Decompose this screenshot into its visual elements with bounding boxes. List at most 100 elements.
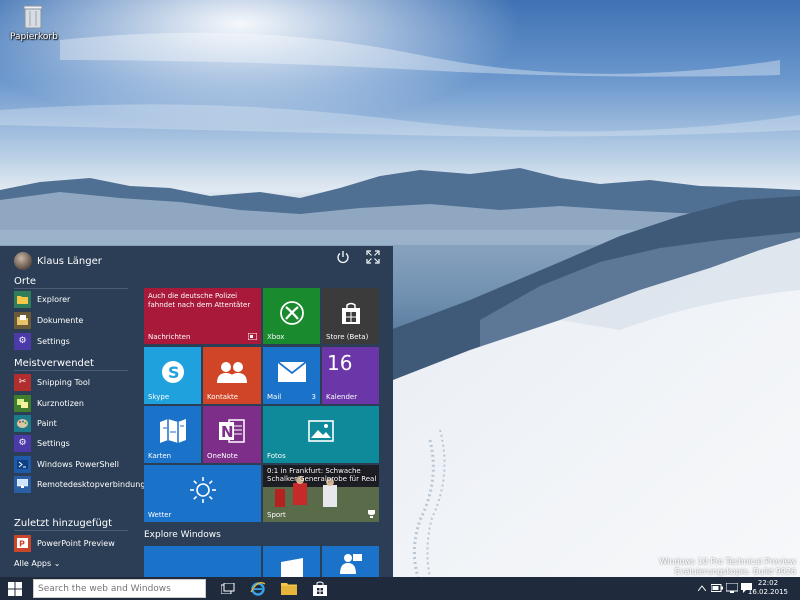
tile-explore-1[interactable]: [144, 546, 261, 577]
section-title-recently-added: Zuletzt hinzugefügt: [14, 518, 113, 529]
user-account[interactable]: Klaus Länger: [14, 250, 102, 272]
start-button[interactable]: [0, 577, 30, 600]
taskbar-explorer-button[interactable]: [275, 577, 303, 600]
tile-onenote[interactable]: N OneNote: [203, 406, 261, 463]
tile-label: OneNote: [207, 452, 238, 460]
folder-icon: [14, 290, 31, 308]
tile-sport[interactable]: 0:1 in Frankfurt: Schwache Schalker Gene…: [263, 465, 379, 522]
expand-icon[interactable]: [366, 250, 380, 264]
task-view-button[interactable]: [214, 577, 242, 600]
avatar: [14, 252, 32, 270]
menu-item-paint[interactable]: Paint: [14, 414, 132, 432]
folder-icon: [281, 583, 297, 595]
menu-item-settings[interactable]: ⚙ Settings: [14, 332, 132, 350]
menu-item-powerpoint-preview[interactable]: P PowerPoint Preview: [14, 534, 132, 552]
onenote-icon: N: [219, 419, 245, 443]
task-view-icon: [221, 583, 235, 594]
battery-icon[interactable]: [711, 582, 723, 594]
tile-explore-2[interactable]: [263, 546, 320, 577]
taskbar-ie-button[interactable]: [244, 577, 272, 600]
windows-logo-icon: [8, 581, 22, 596]
menu-item-label: Remotedesktopverbindung: [37, 479, 146, 489]
tile-maps[interactable]: Karten: [144, 406, 201, 463]
powershell-icon: [14, 455, 31, 473]
remote-desktop-icon: [14, 475, 31, 493]
menu-item-label: Snipping Tool: [37, 377, 90, 387]
tile-calendar[interactable]: 16 Kalender: [322, 347, 379, 404]
gear-icon: ⚙: [14, 332, 31, 350]
menu-item-settings-2[interactable]: ⚙ Settings: [14, 434, 132, 452]
tile-label: Fotos: [267, 452, 286, 460]
skype-icon: S: [161, 361, 184, 384]
menu-item-sticky-notes[interactable]: Kurznotizen: [14, 394, 132, 412]
menu-item-documents[interactable]: Dokumente: [14, 311, 132, 329]
tile-contacts[interactable]: Kontakte: [203, 347, 261, 404]
tray-overflow-icon[interactable]: [698, 582, 706, 594]
help-person-icon: [340, 554, 362, 574]
tile-label: Sport: [267, 511, 286, 519]
mail-icon: [277, 362, 306, 383]
section-title-places: Orte: [14, 276, 37, 287]
tile-label: Xbox: [267, 333, 285, 341]
store-icon: [313, 581, 327, 596]
clock-date: 16.02.2015: [747, 588, 788, 596]
tile-label: Wetter: [148, 511, 172, 519]
menu-item-explorer[interactable]: Explorer: [14, 290, 132, 308]
section-divider: [14, 370, 128, 371]
tile-photos[interactable]: Fotos: [263, 406, 379, 463]
menu-item-remote-desktop[interactable]: Remotedesktopverbindung: [14, 475, 145, 493]
sun-icon: [189, 477, 216, 504]
powerpoint-icon: P: [14, 534, 31, 552]
tile-weather[interactable]: Wetter: [144, 465, 261, 522]
menu-item-label: Dokumente: [37, 315, 84, 325]
explore-windows-title: Explore Windows: [144, 530, 221, 540]
menu-item-label: Kurznotizen: [37, 398, 84, 408]
power-icon[interactable]: [336, 250, 350, 264]
xbox-icon: [279, 300, 304, 325]
all-apps-button[interactable]: Alle Apps ⌄: [14, 559, 60, 568]
tile-label: Skype: [148, 393, 170, 401]
newspaper-icon: [248, 333, 257, 340]
menu-item-powershell[interactable]: Windows PowerShell: [14, 455, 132, 473]
start-menu: Klaus Länger Orte Explorer Dokumente ⚙ S…: [0, 246, 393, 577]
tile-news[interactable]: Auch die deutsche Polizei fahndet nach d…: [144, 288, 261, 344]
tile-mail[interactable]: Mail 3: [263, 347, 320, 404]
desktop-icon-recycle-bin[interactable]: Papierkorb: [10, 4, 58, 42]
section-divider: [14, 530, 128, 531]
menu-item-label: Windows PowerShell: [37, 459, 119, 469]
svg-text:P: P: [19, 540, 25, 549]
user-name: Klaus Länger: [37, 255, 102, 267]
photo-icon: [308, 420, 334, 442]
calendar-day: 16: [327, 351, 353, 375]
menu-item-label: Settings: [37, 438, 70, 448]
network-icon[interactable]: [726, 582, 738, 594]
recycle-bin-icon: [23, 5, 43, 29]
search-input[interactable]: [33, 579, 206, 598]
tile-label: Kalender: [326, 393, 358, 401]
section-divider: [14, 288, 128, 289]
watermark-line2: Evaluierungskopie. Build 9926: [674, 567, 796, 576]
section-title-most-used: Meistverwendet: [14, 358, 94, 369]
sport-headline: 0:1 in Frankfurt: Schwache Schalker Gene…: [267, 467, 377, 483]
tile-skype[interactable]: S Skype: [144, 347, 201, 404]
sticky-notes-icon: [14, 394, 31, 412]
tile-xbox[interactable]: Xbox: [263, 288, 320, 344]
people-icon: [217, 362, 247, 384]
palette-icon: [14, 414, 31, 432]
tile-store[interactable]: Store (Beta): [322, 288, 379, 344]
menu-item-label: Paint: [37, 418, 57, 428]
map-icon: [159, 419, 186, 444]
menu-item-snipping-tool[interactable]: ✂ Snipping Tool: [14, 373, 132, 391]
menu-item-label: PowerPoint Preview: [37, 538, 115, 548]
scissors-icon: ✂: [14, 373, 31, 391]
taskbar-store-button[interactable]: [306, 577, 334, 600]
taskbar-clock[interactable]: 22:02 16.02.2015: [748, 579, 788, 597]
svg-text:N: N: [221, 423, 234, 441]
gear-icon: ⚙: [14, 434, 31, 452]
tile-explore-3[interactable]: [322, 546, 379, 577]
mail-unread-count: 3: [311, 393, 316, 401]
menu-item-label: Explorer: [37, 294, 71, 304]
tile-label: Mail: [267, 393, 282, 401]
tile-label: Kontakte: [207, 393, 239, 401]
watermark: Windows 10 Pro Technical Preview Evaluie…: [659, 557, 796, 577]
